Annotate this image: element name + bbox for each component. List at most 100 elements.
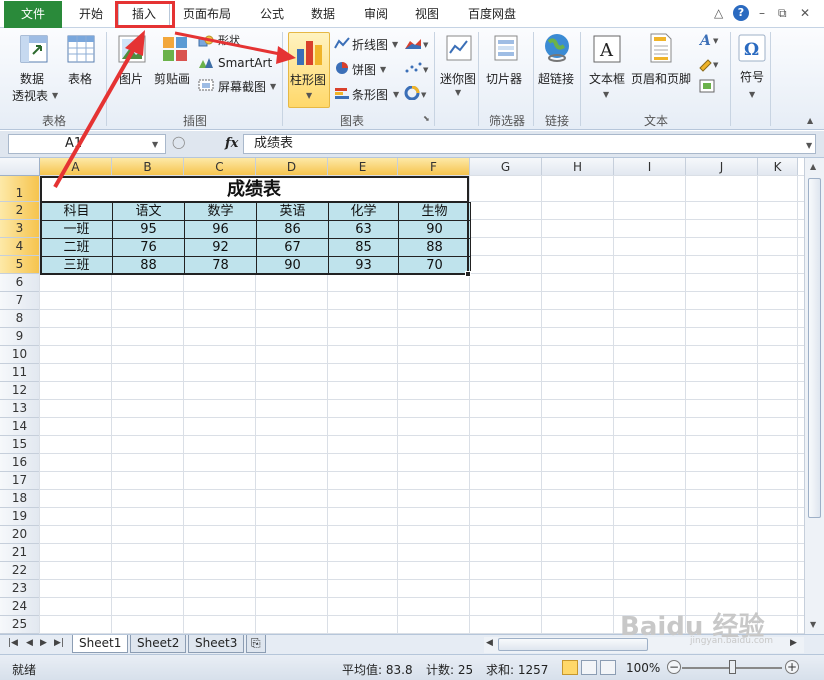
scroll-left-icon[interactable]: ◀ <box>486 638 493 648</box>
row-header-18[interactable]: 18 <box>0 490 40 508</box>
row-header-19[interactable]: 19 <box>0 508 40 526</box>
row-header-15[interactable]: 15 <box>0 436 40 454</box>
column-header-F[interactable]: F <box>398 158 470 176</box>
table-data-cell[interactable]: 92 <box>184 238 257 257</box>
row-header-11[interactable]: 11 <box>0 364 40 382</box>
restore-icon[interactable]: ⧉ <box>778 6 787 21</box>
ribbon-collapse-icon[interactable]: ▲ <box>807 116 813 125</box>
table-data-cell[interactable]: 63 <box>328 220 399 239</box>
formula-expand-icon[interactable]: ◯ <box>172 135 185 149</box>
table-header-cell[interactable]: 科目 <box>40 202 113 221</box>
tab-view[interactable]: 视图 <box>404 2 450 27</box>
object-icon[interactable] <box>698 78 716 94</box>
row-header-12[interactable]: 12 <box>0 382 40 400</box>
worksheet-grid[interactable]: ABCDEFGHIJK 1 2 3 4 5 6 7 8 9 10 11 12 13 14 15 16 17 18 1… <box>0 158 804 634</box>
tab-baidu-netdisk[interactable]: 百度网盘 <box>460 2 524 27</box>
zoom-out-button[interactable]: − <box>667 660 681 674</box>
scatter-chart-icon[interactable]: ▼ <box>404 61 430 75</box>
minimize-ribbon-icon[interactable]: △ <box>714 6 723 20</box>
first-sheet-icon[interactable]: |◀ <box>8 638 18 648</box>
table-header-cell[interactable]: 英语 <box>256 202 329 221</box>
column-header-I[interactable]: I <box>614 158 686 176</box>
table-data-cell[interactable]: 78 <box>184 256 257 275</box>
tab-formulas[interactable]: 公式 <box>250 2 294 27</box>
tab-home[interactable]: 开始 <box>68 2 114 27</box>
column-header-E[interactable]: E <box>328 158 398 176</box>
dialog-launcher-icon[interactable]: ⬊ <box>423 114 430 123</box>
row-header-25[interactable]: 25 <box>0 616 40 634</box>
row-header-7[interactable]: 7 <box>0 292 40 310</box>
table-data-cell[interactable]: 95 <box>112 220 185 239</box>
column-header-K[interactable]: K <box>758 158 798 176</box>
close-icon[interactable]: ✕ <box>800 6 810 20</box>
other-charts-icon[interactable]: ▼ <box>404 86 430 100</box>
row-header-4[interactable]: 4 <box>0 238 40 256</box>
table-data-cell[interactable]: 76 <box>112 238 185 257</box>
row-header-2[interactable]: 2 <box>0 202 40 220</box>
row-header-16[interactable]: 16 <box>0 454 40 472</box>
table-data-cell[interactable]: 二班 <box>40 238 113 257</box>
row-header-17[interactable]: 17 <box>0 472 40 490</box>
insert-function-icon[interactable]: fx <box>225 136 238 151</box>
row-header-9[interactable]: 9 <box>0 328 40 346</box>
fill-handle[interactable] <box>465 271 471 277</box>
scroll-down-icon[interactable]: ▼ <box>810 620 816 629</box>
column-header-G[interactable]: G <box>470 158 542 176</box>
signature-line-icon[interactable]: ▼ <box>698 56 722 72</box>
table-header-cell[interactable]: 生物 <box>398 202 471 221</box>
row-header-14[interactable]: 14 <box>0 418 40 436</box>
row-header-5[interactable]: 5 <box>0 256 40 274</box>
table-data-cell[interactable]: 70 <box>398 256 471 275</box>
table-data-cell[interactable]: 88 <box>398 238 471 257</box>
column-header-A[interactable]: A <box>40 158 112 176</box>
vertical-scroll-thumb[interactable] <box>808 178 821 518</box>
sheet-tab-2[interactable]: Sheet2 <box>130 635 187 653</box>
row-header-3[interactable]: 3 <box>0 220 40 238</box>
table-data-cell[interactable]: 90 <box>256 256 329 275</box>
row-header-1[interactable]: 1 <box>0 176 40 202</box>
column-header-H[interactable]: H <box>542 158 614 176</box>
formula-bar-expand-icon[interactable]: ▼ <box>806 141 812 150</box>
row-header-23[interactable]: 23 <box>0 580 40 598</box>
vertical-scrollbar[interactable]: ▲ ▼ <box>804 158 824 634</box>
name-box[interactable]: A1 <box>8 134 166 154</box>
tab-page-layout[interactable]: 页面布局 <box>174 2 240 27</box>
row-header-8[interactable]: 8 <box>0 310 40 328</box>
minimize-icon[interactable]: – <box>759 6 765 20</box>
column-header-B[interactable]: B <box>112 158 184 176</box>
area-chart-icon[interactable]: ▼ <box>404 36 430 50</box>
row-header-6[interactable]: 6 <box>0 274 40 292</box>
scroll-up-icon[interactable]: ▲ <box>810 162 816 171</box>
last-sheet-icon[interactable]: ▶| <box>54 638 64 648</box>
column-chart-button[interactable]: 柱形图 ▼ <box>288 32 330 108</box>
insert-sheet-icon[interactable]: ⎘ <box>246 635 266 653</box>
table-header-cell[interactable]: 语文 <box>112 202 185 221</box>
row-header-24[interactable]: 24 <box>0 598 40 616</box>
help-icon[interactable]: ? <box>733 5 749 21</box>
formula-input[interactable]: 成绩表 <box>243 134 816 154</box>
scroll-right-icon[interactable]: ▶ <box>790 638 797 648</box>
row-header-21[interactable]: 21 <box>0 544 40 562</box>
row-header-20[interactable]: 20 <box>0 526 40 544</box>
table-header-cell[interactable]: 数学 <box>184 202 257 221</box>
table-data-cell[interactable]: 90 <box>398 220 471 239</box>
row-header-13[interactable]: 13 <box>0 400 40 418</box>
page-break-view-button[interactable] <box>600 660 616 675</box>
table-title-cell[interactable]: 成绩表 <box>40 176 468 202</box>
row-header-22[interactable]: 22 <box>0 562 40 580</box>
name-box-dropdown-icon[interactable]: ▼ <box>152 140 158 149</box>
sheet-tab-1[interactable]: Sheet1 <box>72 635 129 653</box>
table-data-cell[interactable]: 一班 <box>40 220 113 239</box>
row-header-10[interactable]: 10 <box>0 346 40 364</box>
wordart-icon[interactable]: A ▼ <box>698 32 722 48</box>
next-sheet-icon[interactable]: ▶ <box>40 638 47 648</box>
zoom-in-button[interactable]: + <box>785 660 799 674</box>
table-data-cell[interactable]: 67 <box>256 238 329 257</box>
column-header-C[interactable]: C <box>184 158 256 176</box>
table-data-cell[interactable]: 96 <box>184 220 257 239</box>
column-header-D[interactable]: D <box>256 158 328 176</box>
tab-review[interactable]: 审阅 <box>353 2 399 27</box>
table-data-cell[interactable]: 93 <box>328 256 399 275</box>
zoom-level[interactable]: 100% <box>626 661 660 675</box>
table-header-cell[interactable]: 化学 <box>328 202 399 221</box>
